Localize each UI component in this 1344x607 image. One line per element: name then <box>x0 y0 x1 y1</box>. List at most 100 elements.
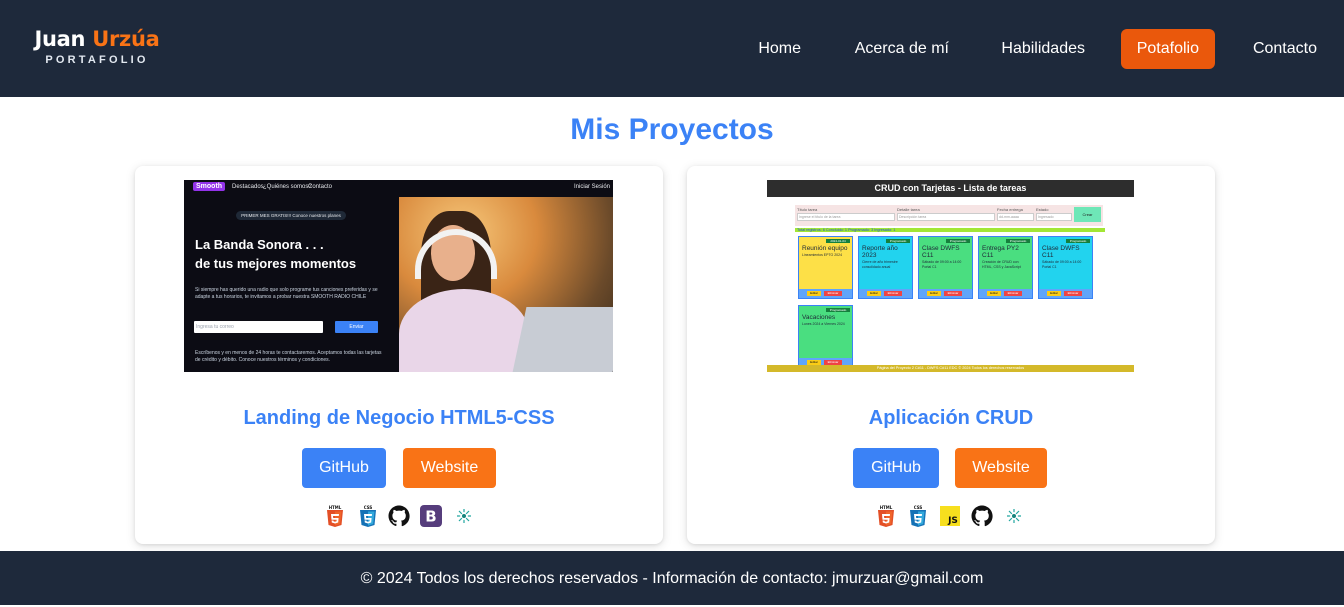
github-button[interactable]: GitHub <box>302 448 386 488</box>
thumb-login: Iniciar Sesión <box>574 184 611 190</box>
css3-icon: CSS <box>910 505 926 527</box>
nav-item-home[interactable]: Home <box>758 29 801 69</box>
thumb-task-body: Programado Clase DWFS C11 Sábado de 09:00 … <box>1039 237 1092 291</box>
thumb-task-desc: Cierre de año trimestre consolidado anua… <box>862 260 898 269</box>
thumb-email-input: Ingresa tu correo <box>194 321 323 333</box>
thumb-task-form: Título tarea Detalle tarea Fecha entrega… <box>795 205 1103 226</box>
thumb-task-body: Programado Clase DWFS C11 Sábado de 09:00 … <box>919 237 972 291</box>
thumb-delete-button: Eliminar <box>1004 291 1022 296</box>
thumb-delete-button: Eliminar <box>1064 291 1082 296</box>
photo-shirt <box>399 289 529 372</box>
thumb-task-card: Programado Clase DWFS C11 Sábado de 09:00 … <box>1038 236 1093 299</box>
project-thumbnail: Smooth Destacados ¿Quiénes somos? Contac… <box>184 180 613 372</box>
thumb-task-actions: Editar Eliminar <box>1039 289 1092 298</box>
thumb-input: Descripción tarea <box>897 213 995 221</box>
nav-item-about[interactable]: Acerca de mí <box>855 29 949 69</box>
github-button[interactable]: GitHub <box>853 448 939 488</box>
laptop-shape <box>511 307 613 372</box>
thumb-input: Ingrese el título de la tarea <box>797 213 895 221</box>
thumb-task-desc: Lunes 2024 a Viernes 2024 <box>802 322 845 326</box>
project-thumbnail: CRUD con Tarjetas - Lista de tareas Títu… <box>767 180 1134 372</box>
thumb-promo-pill: PRIMER MES GRATIS!!! Conoce nuestros pla… <box>236 211 346 220</box>
thumb-task-badge: 2024-01-04 <box>826 239 850 243</box>
html5-icon: HTML <box>878 505 894 527</box>
thumb-edit-button: Editar <box>1047 291 1061 296</box>
thumb-task-desc: Sábado de 09:00 a 14:00 Portal C1 <box>922 260 962 269</box>
thumb-footnote: Escríbenos y en menos de 24 horas te con… <box>195 350 382 363</box>
thumb-edit-button: Editar <box>867 291 881 296</box>
thumb-footer: Página del Proyecto 2 C#11 - DWFS C#11 E… <box>767 365 1134 372</box>
thumb-delete-button: Eliminar <box>824 291 842 296</box>
thumb-task-card: Programado Reporte año 2023 Cierre de año … <box>858 236 913 299</box>
thumb-task-body: Programado Reporte año 2023 Cierre de año … <box>859 237 912 291</box>
thumb-nav-item: Destacados <box>232 184 264 190</box>
footer-text: © 2024 Todos los derechos reservados - I… <box>360 570 984 587</box>
thumb-nav-item: Contacto <box>308 184 333 190</box>
website-button[interactable]: Website <box>403 448 496 488</box>
thumb-task-body: 2024-01-04 Reunión equipo Lineamientos EPT… <box>799 237 852 291</box>
thumb-header: CRUD con Tarjetas - Lista de tareas <box>767 180 1134 197</box>
thumb-label: Estado <box>1036 207 1049 212</box>
thumb-task-body: Programado Vacaciones Lunes 2024 a Viernes… <box>799 306 852 360</box>
html5-icon: HTML <box>327 505 343 527</box>
hero-photo <box>399 197 613 372</box>
thumb-task-card: Programado Vacaciones Lunes 2024 a Viernes… <box>798 305 853 368</box>
javascript-icon: JS <box>940 506 960 526</box>
thumb-task-actions: Editar Eliminar <box>859 289 912 298</box>
brand-last-name: Urzúa <box>92 27 160 51</box>
website-button[interactable]: Website <box>955 448 1047 488</box>
thumb-task-badge: Programado <box>826 308 850 312</box>
thumb-label: Título tarea <box>797 207 818 212</box>
thumb-task-actions: Editar Eliminar <box>799 289 852 298</box>
page-title: Mis Proyectos <box>570 113 774 146</box>
thumb-task-title: Reporte año 2023 <box>862 245 898 259</box>
thumb-task-desc: Sábado de 09:00 a 14:00 Portal C1 <box>1042 260 1082 269</box>
thumb-edit-button: Editar <box>927 291 941 296</box>
thumb-task-badge: Programado <box>1006 239 1030 243</box>
brand-first-name: Juan <box>34 27 86 51</box>
nav-item-portfolio[interactable]: Potafolio <box>1120 29 1215 69</box>
brand-logo[interactable]: Juan Urzúa PORTAFOLIO <box>32 26 162 66</box>
thumb-nav-item: ¿Quiénes somos? <box>263 184 312 190</box>
thumb-label: Fecha entrega <box>997 207 1023 212</box>
nav-item-contact[interactable]: Contacto <box>1253 29 1317 69</box>
site-footer: © 2024 Todos los derechos reservados - I… <box>0 551 1344 605</box>
thumb-task-title: Clase DWFS C11 <box>1042 245 1080 259</box>
css3-icon: CSS <box>360 505 376 527</box>
thumb-task-desc: Lineamientos EPTO 2024 <box>802 253 843 257</box>
thumb-task-card: 2024-01-04 Reunión equipo Lineamientos EPT… <box>798 236 853 299</box>
thumb-create-button: Crear <box>1074 207 1101 222</box>
brand-subtitle: PORTAFOLIO <box>45 54 149 66</box>
thumb-task-actions: Editar Eliminar <box>979 289 1032 298</box>
thumb-edit-button: Editar <box>987 291 1001 296</box>
thumb-send-button: Enviar <box>335 321 378 333</box>
site-header: Juan Urzúa PORTAFOLIO Home Acerca de mí … <box>0 0 1344 97</box>
thumb-input: dd-mm-aaaa <box>997 213 1034 221</box>
thumb-headline-2: de tus mejores momentos <box>195 256 357 271</box>
thumb-edit-button: Editar <box>807 291 821 296</box>
svg-text:B: B <box>425 508 436 526</box>
netlify-icon <box>457 509 471 523</box>
thumb-paragraph: Si siempre has querido una radio que sol… <box>195 287 378 300</box>
thumb-headline-1: La Banda Sonora . . . <box>195 237 324 252</box>
svg-text:CSS: CSS <box>364 505 373 510</box>
svg-text:CSS: CSS <box>914 505 923 510</box>
thumb-brand: Smooth <box>193 182 226 191</box>
thumb-task-badge: Programado <box>1066 239 1090 243</box>
svg-text:HTML: HTML <box>329 505 342 510</box>
thumb-delete-button: Eliminar <box>884 291 902 296</box>
thumb-task-actions: Editar Eliminar <box>919 289 972 298</box>
nav-item-skills[interactable]: Habilidades <box>1001 29 1085 69</box>
bootstrap-icon: B <box>420 505 442 527</box>
project-title: Landing de Negocio HTML5-CSS <box>243 407 555 429</box>
project-title: Aplicación CRUD <box>868 407 1034 429</box>
thumb-task-title: Reunión equipo <box>802 245 848 252</box>
thumb-task-card: Programado Entrega PY2 C11 Creación de CRU… <box>978 236 1033 299</box>
thumb-navbar: Smooth Destacados ¿Quiénes somos? Contac… <box>184 180 613 197</box>
thumb-task-desc: Creación de CRUD con HTML, CSS y JavaScr… <box>982 260 1021 269</box>
thumb-task-badge: Programado <box>946 239 970 243</box>
thumb-task-title: Entrega PY2 C11 <box>982 245 1019 259</box>
thumb-task-badge: Programado <box>886 239 910 243</box>
svg-text:HTML: HTML <box>880 505 893 510</box>
netlify-icon <box>1007 509 1021 523</box>
